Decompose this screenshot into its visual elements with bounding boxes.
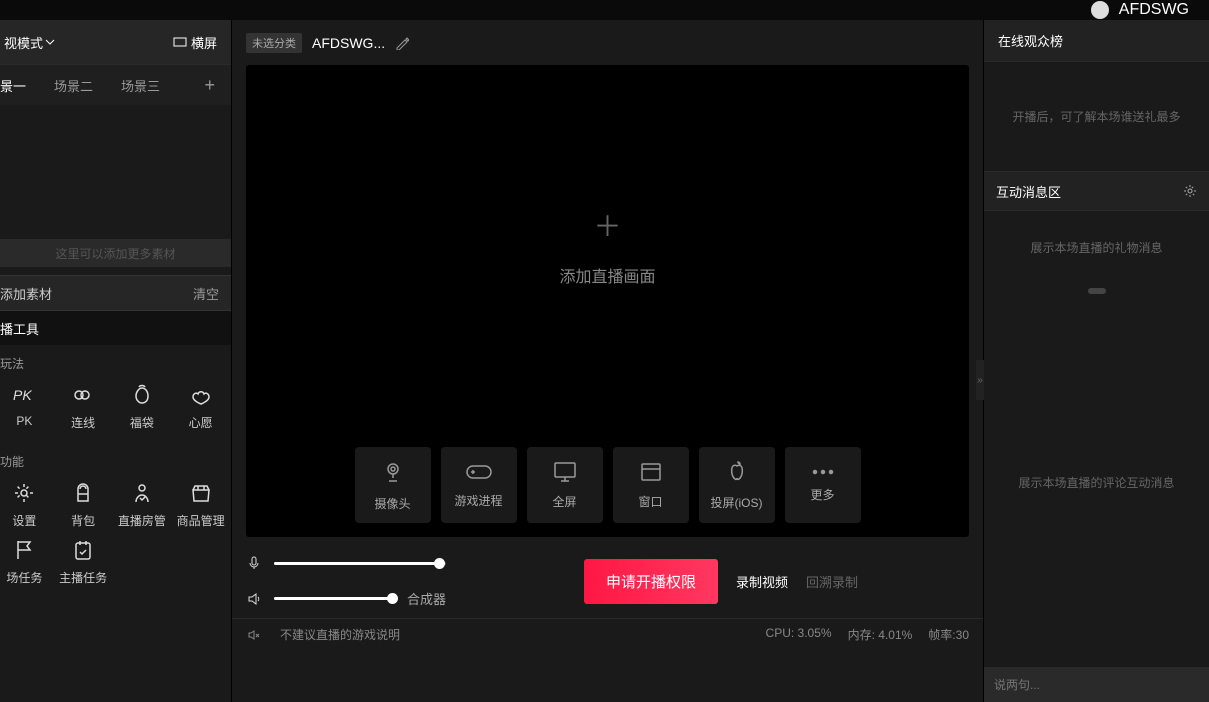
add-scene-button[interactable]: + bbox=[204, 75, 221, 96]
cpu-stat: CPU: 3.05% bbox=[766, 626, 832, 643]
speaker-slider[interactable] bbox=[274, 597, 395, 600]
comment-hint: 展示本场直播的评论互动消息 bbox=[1008, 474, 1184, 491]
tool-backpack[interactable]: 背包 bbox=[59, 480, 108, 529]
view-mode-dropdown[interactable]: 视模式 bbox=[0, 20, 55, 64]
monitor-icon bbox=[552, 461, 578, 483]
func-section-label: 功能 bbox=[0, 443, 231, 478]
source-more[interactable]: 更多 bbox=[785, 447, 861, 523]
message-area-header: 互动消息区 bbox=[996, 182, 1061, 201]
center-panel: 未选分类 AFDSWG... ＋ 添加直播画面 摄像头 游戏进程 bbox=[232, 20, 983, 702]
chevron-down-icon bbox=[45, 37, 55, 47]
source-fullscreen[interactable]: 全屏 bbox=[527, 447, 603, 523]
clear-button[interactable]: 清空 bbox=[193, 284, 219, 303]
tool-goods[interactable]: 商品管理 bbox=[176, 480, 225, 529]
flag-icon bbox=[11, 537, 37, 563]
pk-icon: PK bbox=[11, 382, 37, 408]
username: AFDSWG bbox=[1119, 1, 1189, 18]
replay-button[interactable]: 回溯录制 bbox=[806, 572, 858, 591]
category-tag[interactable]: 未选分类 bbox=[246, 33, 302, 53]
camera-icon bbox=[380, 459, 406, 485]
task-icon bbox=[70, 537, 96, 563]
gift-hint: 展示本场直播的礼物消息 bbox=[984, 211, 1209, 284]
source-window[interactable]: 窗口 bbox=[613, 447, 689, 523]
tool-wish[interactable]: 心愿 bbox=[176, 382, 225, 431]
mem-stat: 内存: 4.01% bbox=[848, 626, 913, 643]
backpack-icon bbox=[70, 480, 96, 506]
luckybag-icon bbox=[129, 382, 155, 408]
add-material-button[interactable]: 添加素材 bbox=[0, 284, 52, 303]
edit-icon[interactable] bbox=[395, 36, 409, 50]
chat-input[interactable] bbox=[984, 668, 1209, 702]
source-ios-cast[interactable]: 投屏(iOS) bbox=[699, 447, 775, 523]
orientation-icon bbox=[173, 35, 187, 49]
resize-handle[interactable] bbox=[984, 284, 1209, 298]
window-icon bbox=[639, 461, 663, 483]
play-section-label: 玩法 bbox=[0, 345, 231, 380]
scene-hint: 这里可以添加更多素材 bbox=[0, 239, 231, 267]
rank-hint: 开播后，可了解本场谁送礼最多 bbox=[984, 62, 1209, 171]
left-sidebar: 视模式 横屏 景一 场景二 场景三 + 这里可以添加更多素材 添加素材 清空 播… bbox=[0, 20, 232, 702]
start-stream-button[interactable]: 申请开播权限 bbox=[584, 559, 718, 604]
tool-pk[interactable]: PK PK bbox=[0, 382, 49, 431]
mic-slider[interactable] bbox=[274, 562, 446, 565]
tool-settings[interactable]: 设置 bbox=[0, 480, 49, 529]
speaker-icon[interactable] bbox=[246, 591, 262, 607]
source-camera[interactable]: 摄像头 bbox=[355, 447, 431, 523]
add-source-area[interactable]: ＋ 添加直播画面 bbox=[559, 205, 655, 287]
status-footer: 不建议直播的游戏说明 CPU: 3.05% 内存: 4.01% 帧率:30 bbox=[232, 618, 983, 650]
collapse-right-handle[interactable]: » bbox=[976, 360, 984, 400]
tab-scene-2[interactable]: 场景二 bbox=[54, 76, 93, 95]
mute-warning-icon bbox=[246, 628, 260, 642]
tool-field-task[interactable]: 场任务 bbox=[0, 537, 49, 586]
apple-icon bbox=[727, 460, 747, 484]
right-sidebar: 在线观众榜 开播后，可了解本场谁送礼最多 互动消息区 展示本场直播的礼物消息 展… bbox=[983, 20, 1209, 702]
settings-cog-icon[interactable] bbox=[1183, 184, 1197, 198]
link-icon bbox=[70, 382, 96, 408]
gamepad-icon bbox=[465, 462, 493, 482]
controls-bar: 合成器 申请开播权限 录制视频 回溯录制 bbox=[232, 537, 983, 618]
tab-scene-1[interactable]: 景一 bbox=[0, 76, 26, 95]
tools-header: 播工具 bbox=[0, 311, 231, 345]
user-area[interactable]: AFDSWG bbox=[1091, 1, 1189, 19]
synth-label: 合成器 bbox=[407, 589, 446, 608]
scene-tabs: 景一 场景二 场景三 + bbox=[0, 65, 231, 105]
scene-material-area: 这里可以添加更多素材 bbox=[0, 105, 231, 275]
topbar: AFDSWG bbox=[0, 0, 1209, 20]
add-hint: 添加直播画面 bbox=[559, 263, 655, 287]
audience-rank-header: 在线观众榜 bbox=[984, 20, 1209, 62]
moderator-icon bbox=[129, 480, 155, 506]
tab-scene-3[interactable]: 场景三 bbox=[121, 76, 160, 95]
tool-link[interactable]: 连线 bbox=[59, 382, 108, 431]
fps-stat: 帧率:30 bbox=[928, 626, 969, 643]
source-game[interactable]: 游戏进程 bbox=[441, 447, 517, 523]
orientation-button[interactable]: 横屏 bbox=[173, 33, 217, 52]
mic-icon[interactable] bbox=[246, 555, 262, 571]
record-button[interactable]: 录制视频 bbox=[736, 572, 788, 591]
avatar-icon bbox=[1091, 1, 1109, 19]
game-warning-link[interactable]: 不建议直播的游戏说明 bbox=[280, 626, 400, 643]
plus-icon: ＋ bbox=[593, 205, 621, 245]
shop-icon bbox=[188, 480, 214, 506]
more-icon bbox=[811, 468, 835, 476]
tool-host-task[interactable]: 主播任务 bbox=[59, 537, 108, 586]
tool-moderator[interactable]: 直播房管 bbox=[118, 480, 167, 529]
room-title: AFDSWG... bbox=[312, 35, 385, 51]
svg-text:PK: PK bbox=[13, 387, 32, 403]
preview-area: ＋ 添加直播画面 摄像头 游戏进程 全屏 窗口 bbox=[246, 65, 969, 537]
tool-bag[interactable]: 福袋 bbox=[118, 382, 167, 431]
gear-icon bbox=[11, 480, 37, 506]
wish-icon bbox=[188, 382, 214, 408]
